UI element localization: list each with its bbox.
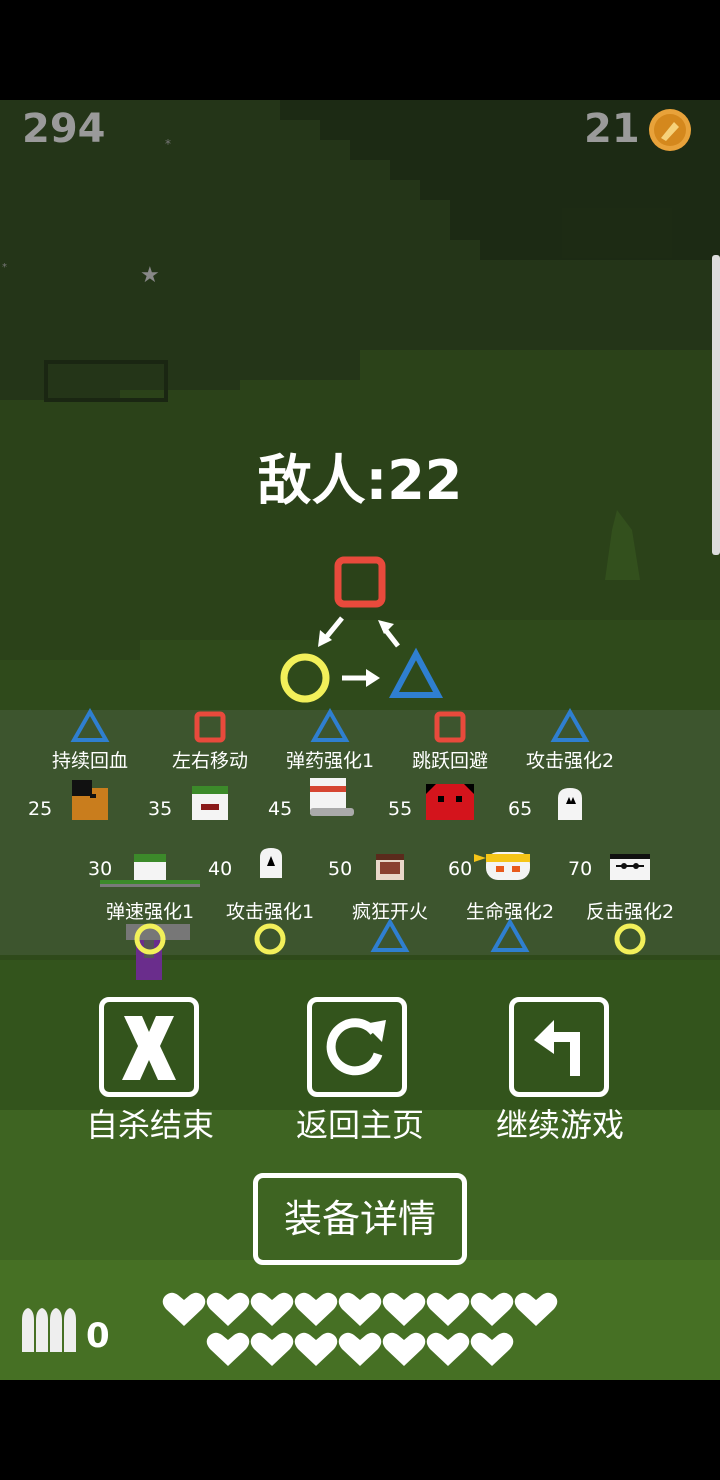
enemy-sprite-icon <box>376 854 404 880</box>
enemy-sprite-icon <box>426 784 474 820</box>
heart-icon <box>338 1292 382 1328</box>
heart-icon <box>294 1332 338 1368</box>
skill-label: 持续回血 <box>51 750 128 772</box>
enemy-sprite-icon <box>192 786 228 820</box>
close-x-icon <box>122 1016 176 1080</box>
level-number: 25 <box>28 798 53 820</box>
row1-shapes <box>70 708 590 743</box>
score-counter: 294 <box>22 106 106 152</box>
circle-icon <box>280 653 330 703</box>
circle-icon <box>614 923 646 955</box>
circle-icon <box>134 923 166 955</box>
triangle-icon <box>490 918 530 952</box>
return-arrow-icon <box>534 1020 580 1076</box>
shape-cycle-diagram <box>280 556 444 703</box>
svg-text:★: ★ <box>140 263 160 288</box>
heart-icon <box>514 1292 558 1328</box>
heart-icon <box>426 1332 470 1368</box>
skill-label: 攻击强化2 <box>525 750 615 772</box>
level-number: 70 <box>568 858 593 880</box>
heart-icon <box>294 1292 338 1328</box>
enemy-sprite-icon <box>100 854 200 887</box>
continue-game-label[interactable]: 继续游戏 <box>460 1100 660 1146</box>
triangle-icon <box>370 918 410 952</box>
level-number: 60 <box>448 858 473 880</box>
refresh-icon <box>326 1018 386 1076</box>
heart-icon <box>338 1332 382 1368</box>
heart-icon <box>382 1332 426 1368</box>
heart-icon <box>206 1292 250 1328</box>
skill-label: 跳跃回避 <box>411 750 488 772</box>
return-home-label[interactable]: 返回主页 <box>260 1100 460 1146</box>
enemy-count-label: 敌人:22 <box>257 449 463 512</box>
ammo-bullets-icon <box>22 1308 76 1352</box>
ghost-sprite-icon <box>558 788 582 820</box>
enemy-sprite-icon <box>610 854 650 880</box>
row2-shapes <box>134 918 646 955</box>
heart-icon <box>162 1292 206 1328</box>
skill-label: 左右移动 <box>171 750 248 772</box>
level-number: 65 <box>508 798 533 820</box>
level-number: 40 <box>208 858 233 880</box>
enemy-sprite-icon <box>310 778 354 816</box>
square-icon <box>194 711 226 743</box>
heart-icon <box>426 1292 470 1328</box>
level-number: 35 <box>148 798 173 820</box>
ammo-count: 0 <box>86 1316 110 1356</box>
enemy-sprite-icon <box>72 780 108 820</box>
equipment-details-label: 装备详情 <box>283 1197 436 1241</box>
coin-counter: 21 <box>584 106 640 152</box>
svg-text:*: * <box>165 137 171 151</box>
heart-icon <box>382 1292 426 1328</box>
heart-icon <box>250 1292 294 1328</box>
level-number: 55 <box>388 798 413 820</box>
triangle-icon <box>70 708 110 742</box>
level-number: 50 <box>328 858 353 880</box>
circle-icon <box>254 923 286 955</box>
triangle-icon <box>310 708 350 742</box>
coin-icon <box>649 109 691 151</box>
return-home-button[interactable] <box>307 997 407 1097</box>
square-icon <box>334 556 386 608</box>
arrow-down-left-icon <box>318 616 344 647</box>
triangle-icon <box>550 708 590 742</box>
suicide-end-label[interactable]: 自杀结束 <box>50 1100 250 1146</box>
equipment-details-button[interactable]: 装备详情 <box>253 1173 467 1265</box>
heart-icon <box>470 1332 514 1368</box>
heart-icon <box>206 1332 250 1368</box>
arrow-right-icon <box>342 669 380 687</box>
arrow-up-left-icon <box>378 620 400 648</box>
square-icon <box>434 711 466 743</box>
svg-text:*: * <box>2 262 7 273</box>
skill-label: 弹药强化1 <box>285 750 375 772</box>
ghost-sprite-icon <box>260 848 282 878</box>
heart-icon <box>250 1332 294 1368</box>
enemy-sprite-icon <box>474 852 530 880</box>
heart-icon <box>470 1292 514 1328</box>
continue-game-button[interactable] <box>509 997 609 1097</box>
level-number: 45 <box>268 798 293 820</box>
suicide-end-button[interactable] <box>99 997 199 1097</box>
triangle-icon <box>388 647 444 698</box>
